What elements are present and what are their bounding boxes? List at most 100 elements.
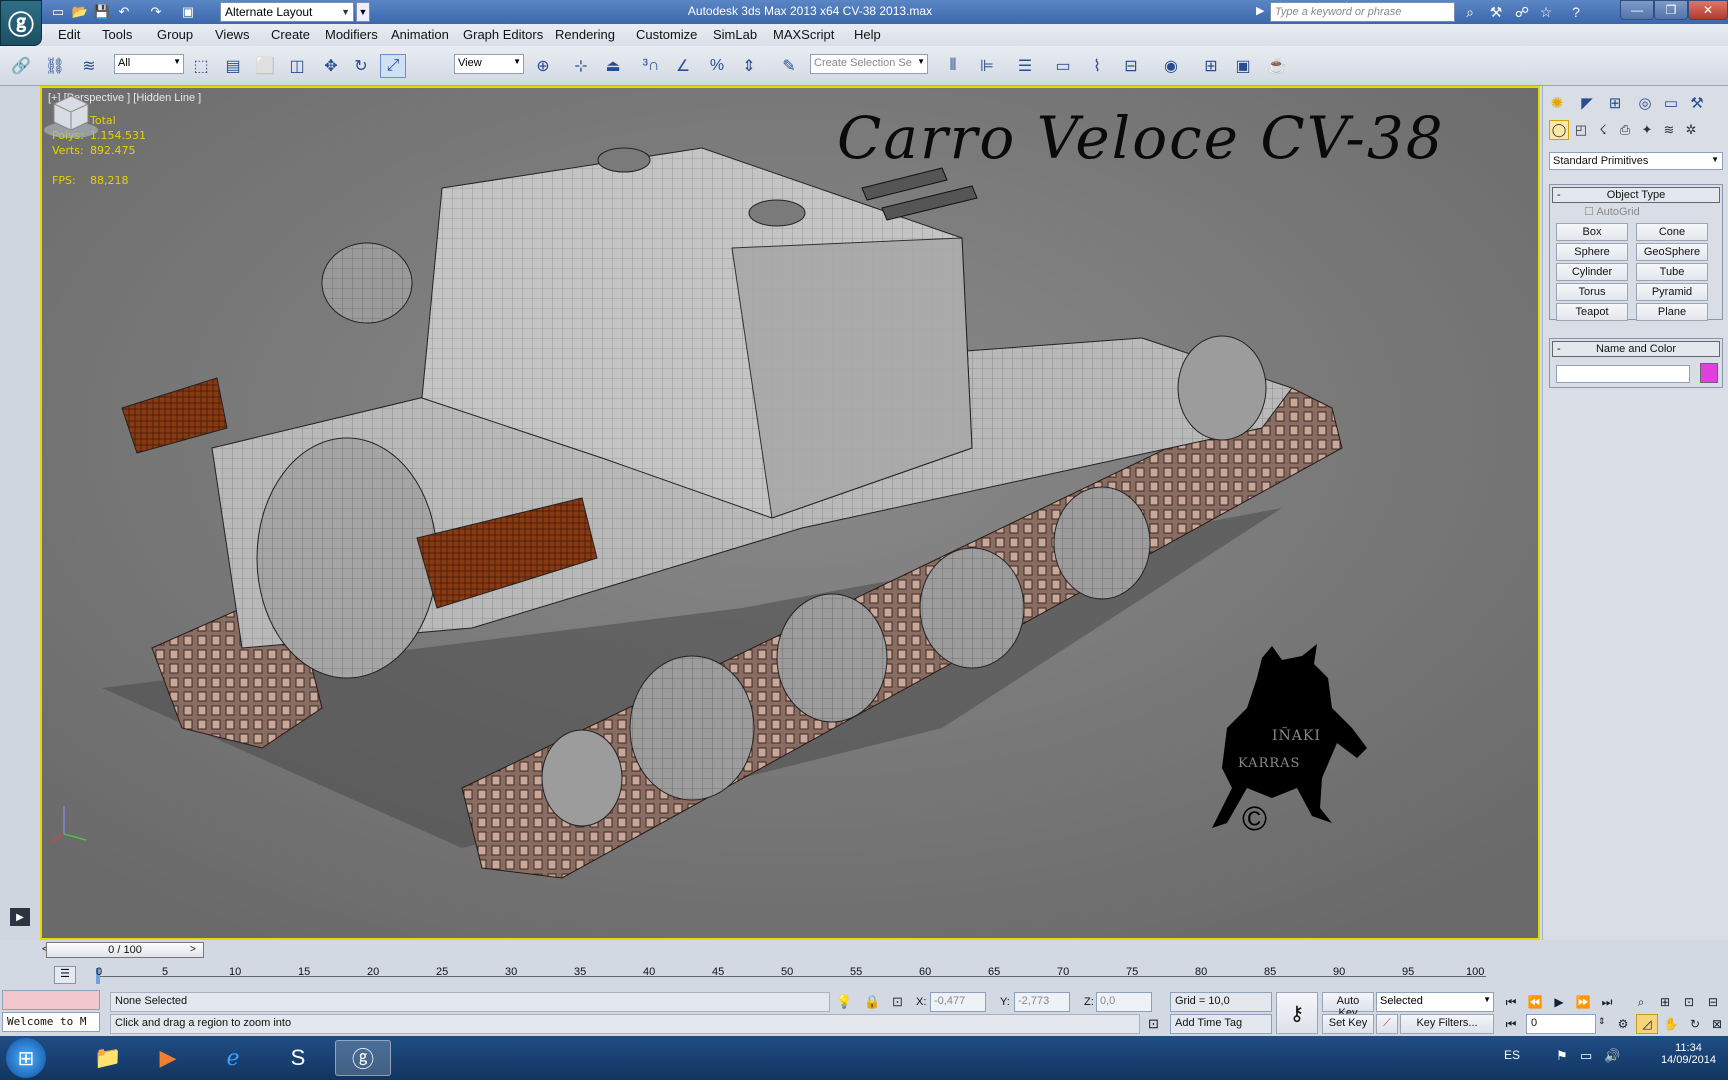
object-type-header[interactable]: - Object Type xyxy=(1552,187,1720,203)
maximize-button[interactable]: ❐ xyxy=(1654,0,1688,20)
redo-icon[interactable]: ↷ xyxy=(146,2,166,22)
systems-icon[interactable]: ✲ xyxy=(1681,120,1701,140)
menu-create[interactable]: Create xyxy=(271,27,310,42)
undo-icon[interactable]: ↶ xyxy=(114,2,134,22)
time-config-icon[interactable]: ⚙ xyxy=(1612,1014,1634,1034)
menu-views[interactable]: Views xyxy=(215,27,249,42)
play-icon[interactable]: ▶ xyxy=(10,908,30,926)
frame-spinner-icon[interactable]: ⇕ xyxy=(1598,1016,1606,1027)
menu-edit[interactable]: Edit xyxy=(58,27,80,42)
selection-filter-dropdown[interactable]: All ▼ xyxy=(114,54,184,74)
project-folder-icon[interactable]: ▣ xyxy=(178,2,198,22)
volume-icon[interactable]: 🔊 xyxy=(1604,1048,1620,1064)
menu-maxscript[interactable]: MAXScript xyxy=(773,27,834,42)
media-player-icon[interactable]: ▶ xyxy=(140,1040,196,1076)
motion-tab-icon[interactable]: ◎ xyxy=(1633,92,1657,114)
workspace-layout-dropdown[interactable]: Alternate Layout ▼ xyxy=(220,2,354,22)
percent-snap-icon[interactable]: % xyxy=(704,54,730,78)
menu-animation[interactable]: Animation xyxy=(391,27,449,42)
render-production-icon[interactable]: ☕ xyxy=(1264,54,1290,78)
manipulate-icon[interactable]: ⊹ xyxy=(568,54,594,78)
keyboard-shortcut-icon[interactable]: ⏏ xyxy=(600,54,626,78)
reference-coord-dropdown[interactable]: View ▼ xyxy=(454,54,524,74)
pyramid-button[interactable]: Pyramid xyxy=(1636,283,1708,301)
display-tab-icon[interactable]: ▭ xyxy=(1659,92,1683,114)
pan-icon[interactable]: ✋ xyxy=(1660,1014,1682,1034)
open-file-icon[interactable]: 📂 xyxy=(70,2,90,22)
go-to-end-icon[interactable]: ⏭ xyxy=(1596,992,1618,1012)
maxscript-mini-listener[interactable]: Welcome to M xyxy=(2,1012,100,1032)
network-icon[interactable]: ⚑ xyxy=(1556,1048,1568,1064)
language-indicator[interactable]: ES xyxy=(1504,1048,1520,1062)
cameras-icon[interactable]: ⎙ xyxy=(1615,120,1635,140)
next-frame-icon[interactable]: ⏩ xyxy=(1572,992,1594,1012)
time-tag-icon[interactable]: ⊡ xyxy=(1148,1016,1159,1032)
layout-options-button[interactable]: ▼ xyxy=(356,2,370,22)
select-region-icon[interactable]: ⬜ xyxy=(252,54,278,78)
angle-snap-icon[interactable]: ∠ xyxy=(670,54,696,78)
curve-editor-icon[interactable]: ⌇ xyxy=(1084,54,1110,78)
spinner-snap-icon[interactable]: ⇕ xyxy=(736,54,762,78)
selection-lock-icon[interactable]: 🔒 xyxy=(864,994,880,1010)
tray-icon[interactable]: ▭ xyxy=(1580,1048,1592,1064)
track-view-toggle-icon[interactable]: ☰ xyxy=(54,966,76,984)
key-mode-dropdown[interactable]: Selected ▼ xyxy=(1376,992,1494,1012)
scroll-right-icon[interactable]: > xyxy=(190,944,196,955)
rendered-frame-icon[interactable]: ▣ xyxy=(1230,54,1256,78)
object-category-dropdown[interactable]: Standard Primitives ▼ xyxy=(1549,152,1723,170)
tube-button[interactable]: Tube xyxy=(1636,263,1708,281)
maximize-viewport-icon[interactable]: ⊠ xyxy=(1706,1014,1728,1034)
menu-tools[interactable]: Tools xyxy=(102,27,132,42)
lights-icon[interactable]: ☇ xyxy=(1593,120,1613,140)
maxscript-mini-listener-top[interactable] xyxy=(2,990,100,1010)
track-bar[interactable]: 0 5 10 15 20 25 30 35 40 45 50 55 60 65 … xyxy=(96,964,1486,988)
schematic-view-icon[interactable]: ⊟ xyxy=(1118,54,1144,78)
create-tab-icon[interactable]: ✺ xyxy=(1545,92,1569,114)
3dsmax-taskbar-icon[interactable]: ⓖ xyxy=(335,1040,391,1076)
menu-rendering[interactable]: Rendering xyxy=(555,27,615,42)
select-move-icon[interactable]: ✥ xyxy=(318,54,344,78)
menu-graph-editors[interactable]: Graph Editors xyxy=(463,27,543,42)
select-rotate-icon[interactable]: ↻ xyxy=(348,54,374,78)
unlink-icon[interactable]: ⛓ xyxy=(42,54,68,78)
hierarchy-tab-icon[interactable]: ⊞ xyxy=(1603,92,1627,114)
go-to-start-icon[interactable]: ⏮ xyxy=(1500,992,1522,1012)
select-by-name-icon[interactable]: ▤ xyxy=(220,54,246,78)
menu-customize[interactable]: Customize xyxy=(636,27,697,42)
y-coordinate-field[interactable]: -2,773 xyxy=(1014,992,1070,1012)
ribbon-icon[interactable]: ▭ xyxy=(1050,54,1076,78)
minimize-button[interactable]: — xyxy=(1620,0,1654,20)
autogrid-checkbox[interactable]: ☐ AutoGrid xyxy=(1584,205,1640,218)
bind-spacewarp-icon[interactable]: ≋ xyxy=(76,54,102,78)
system-clock[interactable]: 11:34 14/09/2014 xyxy=(1661,1042,1716,1066)
object-color-swatch[interactable] xyxy=(1700,363,1718,383)
transform-mode-icon[interactable]: ⊡ xyxy=(892,994,903,1010)
skype-icon[interactable]: S xyxy=(270,1040,326,1076)
align-icon[interactable]: ⊫ xyxy=(974,54,1000,78)
key-mode-toggle-icon[interactable]: ⏮ xyxy=(1500,1014,1522,1034)
app-logo-icon[interactable]: ⓖ xyxy=(0,0,42,46)
previous-frame-icon[interactable]: ⏪ xyxy=(1524,992,1546,1012)
current-frame-field[interactable]: 0 xyxy=(1526,1014,1596,1034)
time-slider[interactable]: 0 / 100 xyxy=(46,942,204,958)
start-button-icon[interactable]: ⊞ xyxy=(6,1038,46,1078)
help-icon[interactable]: ? xyxy=(1564,2,1588,22)
default-tangent-icon[interactable]: ⟋ xyxy=(1376,1014,1398,1034)
shapes-icon[interactable]: ◰ xyxy=(1571,120,1591,140)
snaps-toggle-icon[interactable]: ³∩ xyxy=(638,54,664,78)
geometry-icon[interactable]: ◯ xyxy=(1549,120,1569,140)
search-expand-icon[interactable]: ▶ xyxy=(1256,4,1264,17)
favorites-star-icon[interactable]: ☆ xyxy=(1534,2,1558,22)
communication-icon[interactable]: ☍ xyxy=(1510,2,1534,22)
cylinder-button[interactable]: Cylinder xyxy=(1556,263,1628,281)
explorer-icon[interactable]: 📁 xyxy=(80,1040,136,1076)
torus-button[interactable]: Torus xyxy=(1556,283,1628,301)
spacewarps-icon[interactable]: ≋ xyxy=(1659,120,1679,140)
region-zoom-icon[interactable]: ◿ xyxy=(1636,1014,1658,1034)
set-key-button[interactable]: Set Key xyxy=(1322,1014,1374,1034)
select-object-icon[interactable]: ⬚ xyxy=(188,54,214,78)
key-filters-button[interactable]: Key Filters... xyxy=(1400,1014,1494,1034)
save-icon[interactable]: 💾 xyxy=(92,2,112,22)
zoom-all-icon[interactable]: ⊞ xyxy=(1654,992,1676,1012)
plane-button[interactable]: Plane xyxy=(1636,303,1708,321)
